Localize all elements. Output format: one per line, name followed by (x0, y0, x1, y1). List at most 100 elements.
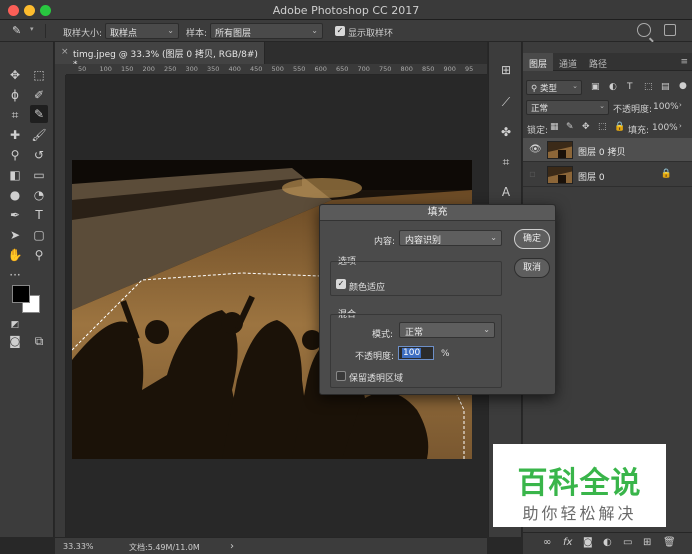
dodge-tool-icon[interactable]: ◔ (30, 186, 48, 204)
sample-size-select[interactable]: 取样点 ⌄ (105, 23, 179, 39)
ruler-mark: 750 (379, 65, 392, 73)
document-tab[interactable]: × timg.jpeg @ 33.3% (图层 0 拷贝, RGB/8#) * (55, 42, 265, 70)
marquee-tool-icon[interactable]: ⬚ (30, 66, 48, 84)
type-filter-icon[interactable]: T (627, 82, 633, 92)
shape-tool-icon[interactable]: ▢ (30, 226, 48, 244)
lock-image-icon[interactable]: ✎ (566, 122, 574, 132)
show-ring-checkbox[interactable]: ✓ (335, 26, 345, 36)
watermark-subtitle: 助你轻松解决 (522, 504, 637, 523)
history-brush-tool-icon[interactable]: ↺ (30, 146, 48, 164)
lock-position-icon[interactable]: ✥ (582, 122, 590, 132)
preserve-transparency-checkbox[interactable] (336, 371, 346, 381)
chevron-right-icon[interactable]: › (679, 122, 682, 130)
fill-label: 填充: (628, 126, 650, 136)
pen-tool-icon[interactable]: ✒ (6, 206, 24, 224)
chevron-right-icon[interactable]: › (679, 101, 682, 109)
layer-row[interactable]: ▫ 图层 0 🔒 (523, 163, 692, 187)
sample-size-value: 取样点 (110, 29, 138, 39)
quick-select-tool-icon[interactable]: ✐ (30, 86, 48, 104)
healing-brush-tool-icon[interactable]: ✚ (6, 126, 24, 144)
crop-panel-icon[interactable]: ⌗ (498, 154, 514, 170)
puzzle-icon[interactable]: ✤ (498, 124, 514, 140)
opacity-input[interactable]: 100 (398, 346, 434, 360)
search-icon: ⚲ (531, 84, 540, 94)
blur-tool-icon[interactable]: ● (6, 186, 24, 204)
more-tools-icon[interactable]: ··· (6, 266, 24, 284)
chevron-down-icon: ⌄ (490, 233, 497, 242)
clone-stamp-tool-icon[interactable]: ⚲ (6, 146, 24, 164)
blend-mode-select[interactable]: 正常 ⌄ (526, 100, 609, 115)
lasso-tool-icon[interactable]: ϕ (6, 86, 24, 104)
ruler-mark: 95 (465, 65, 474, 73)
brush-settings-icon[interactable]: ⟋ (498, 94, 514, 110)
panel-menu-icon[interactable]: ≡ (680, 57, 688, 67)
tab-channels[interactable]: 通道 (553, 53, 583, 71)
lock-all-icon[interactable]: 🔒 (614, 122, 625, 132)
vertical-ruler[interactable] (55, 75, 66, 537)
brush-tool-icon[interactable]: 🖌 (30, 126, 48, 144)
delete-layer-icon[interactable]: 🗑 (663, 537, 676, 548)
pixel-filter-icon[interactable]: ▣ (591, 82, 600, 92)
layer-row[interactable]: 👁 图层 0 拷贝 (523, 138, 692, 162)
fx-icon[interactable]: fx (563, 537, 572, 548)
lock-transparency-icon[interactable]: ▦ (550, 122, 559, 132)
cancel-button[interactable]: 取消 (514, 258, 550, 278)
chevron-down-icon: ⌄ (311, 26, 318, 35)
path-select-tool-icon[interactable]: ➤ (6, 226, 24, 244)
shape-filter-icon[interactable]: ⬚ (644, 82, 653, 92)
mode-select[interactable]: 正常 ⌄ (399, 322, 495, 338)
opacity-label: 不透明度: (355, 352, 395, 362)
quick-mask-icon[interactable]: ◙ (6, 332, 24, 350)
status-menu-arrow[interactable]: › (230, 541, 234, 552)
horizontal-ruler[interactable]: 50 100 150 200 250 300 350 400 450 500 550 600 650 70… (66, 64, 487, 75)
chevron-down-icon[interactable]: ▾ (30, 25, 34, 33)
eyedropper-tool-icon[interactable]: ✎ (30, 105, 48, 123)
color-adapt-checkbox[interactable]: ✓ (336, 279, 346, 289)
color-adapt-label: 颜色适应 (349, 283, 386, 293)
eye-icon[interactable]: 👁 (529, 144, 542, 155)
character-icon[interactable]: A (498, 184, 514, 200)
move-tool-icon[interactable]: ✥ (6, 66, 24, 84)
layer-name[interactable]: 图层 0 拷贝 (578, 145, 625, 158)
dialog-title[interactable]: 填充 (320, 205, 555, 221)
screen-mode-icon[interactable]: ⧉ (30, 332, 48, 350)
content-select[interactable]: 内容识别 ⌄ (399, 230, 502, 246)
eyedropper-preset-icon[interactable]: ✎ (12, 24, 21, 37)
ruler-mark: 100 (99, 65, 112, 73)
foreground-color-swatch[interactable] (12, 285, 30, 303)
document-tab-bar: × timg.jpeg @ 33.3% (图层 0 拷贝, RGB/8#) * (55, 42, 487, 70)
properties-icon[interactable]: ⊞ (498, 62, 514, 78)
chevron-down-icon: ⌄ (599, 102, 605, 110)
tab-paths[interactable]: 路径 (583, 53, 613, 71)
zoom-tool-icon[interactable]: ⚲ (30, 246, 48, 264)
layer-name[interactable]: 图层 0 (578, 170, 605, 183)
gradient-tool-icon[interactable]: ▭ (30, 166, 48, 184)
tab-layers[interactable]: 图层 (523, 53, 554, 71)
new-group-icon[interactable]: ▭ (623, 537, 632, 548)
sample-select[interactable]: 所有图层 ⌄ (210, 23, 323, 39)
ok-button[interactable]: 确定 (514, 229, 550, 249)
type-tool-icon[interactable]: T (30, 206, 48, 224)
layers-panel-footer: ∞ fx ◙ ◐ ▭ ⊞ 🗑 (523, 532, 692, 554)
zoom-level[interactable]: 33.33% (63, 542, 94, 551)
close-icon[interactable]: × (61, 47, 69, 57)
link-layers-icon[interactable]: ∞ (543, 537, 551, 548)
adjustment-layer-icon[interactable]: ◐ (603, 537, 612, 548)
search-icon[interactable] (637, 23, 651, 37)
fill-value[interactable]: 100% (652, 123, 678, 133)
eraser-tool-icon[interactable]: ◧ (6, 166, 24, 184)
filter-toggle-icon[interactable]: ● (679, 81, 687, 91)
eye-hidden-icon[interactable]: ▫ (529, 169, 536, 180)
workspace-icon[interactable] (664, 24, 676, 36)
crop-tool-icon[interactable]: ⌗ (6, 106, 24, 124)
new-layer-icon[interactable]: ⊞ (643, 537, 651, 548)
smart-object-filter-icon[interactable]: ▤ (661, 82, 670, 92)
add-mask-icon[interactable]: ◙ (583, 537, 593, 548)
hand-tool-icon[interactable]: ✋ (6, 246, 24, 264)
title-bar: Adobe Photoshop CC 2017 (0, 0, 692, 20)
opacity-value[interactable]: 100% (653, 102, 679, 112)
layer-filter-select[interactable]: ⚲ 类型 ⌄ (526, 80, 582, 95)
adjustment-filter-icon[interactable]: ◐ (609, 82, 617, 92)
lock-artboard-icon[interactable]: ⬚ (598, 122, 607, 132)
ruler-mark: 850 (422, 65, 435, 73)
